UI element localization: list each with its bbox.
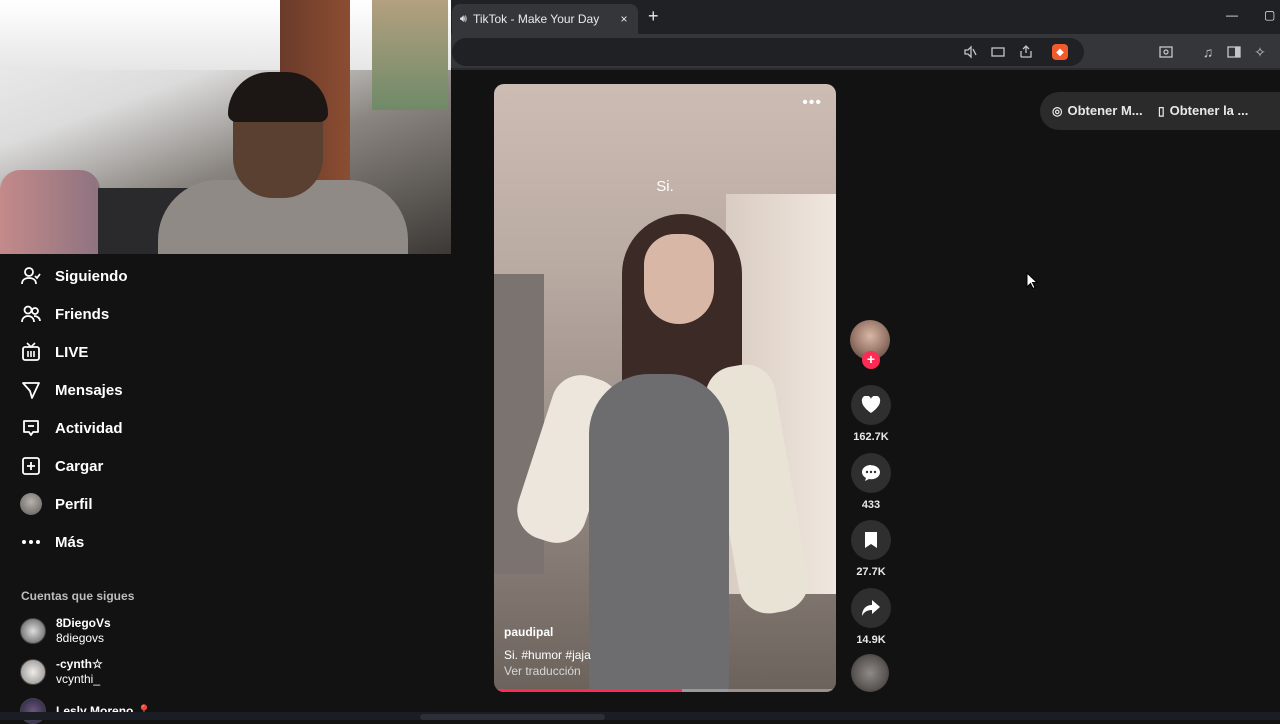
content-separator <box>452 68 1280 70</box>
get-desktop-app-link[interactable]: ▯ Obtener la ... <box>1158 103 1248 118</box>
friends-icon <box>20 303 42 325</box>
sidebar-item-cargar[interactable]: Cargar <box>20 454 103 478</box>
sidebar-item-label: Cargar <box>55 457 104 475</box>
sidebar-item-siguiendo[interactable]: Siguiendo <box>20 264 128 288</box>
account-name: 8DiegoVs <box>56 616 111 630</box>
save-button[interactable] <box>851 520 891 560</box>
sidebar-item-friends[interactable]: Friends <box>20 302 109 326</box>
account-handle: 8diegovs <box>56 631 105 645</box>
translate-link[interactable]: Ver traducción <box>504 664 581 678</box>
activity-icon <box>20 417 42 439</box>
restore-button[interactable]: ▢ <box>1264 8 1275 22</box>
more-options-icon[interactable]: ••• <box>802 94 822 112</box>
taskbar-search[interactable] <box>420 714 605 720</box>
sidebar-item-actividad[interactable]: Actividad <box>20 416 123 440</box>
live-icon <box>20 341 42 363</box>
video-player[interactable]: Si. ••• paudipal Si. #humor #jaja Ver tr… <box>494 84 836 692</box>
sidebar-item-label: Más <box>55 533 85 551</box>
share-icon[interactable] <box>1016 42 1036 62</box>
sidebar-item-label: Friends <box>55 305 110 323</box>
video-progress-fill <box>494 689 683 692</box>
share-button[interactable] <box>851 588 891 628</box>
account-name: -cynth☆ <box>56 657 103 671</box>
comment-icon <box>862 465 880 481</box>
account-item[interactable]: Lesly Moreno 📍 <box>20 698 152 724</box>
get-desktop-label: Obtener la ... <box>1169 103 1249 118</box>
app-icon: ◎ <box>1052 103 1063 118</box>
share-action[interactable]: 14.9K <box>850 588 892 646</box>
avatar <box>20 659 46 685</box>
profile-avatar <box>20 493 42 515</box>
sidebar-item-mensajes[interactable]: Mensajes <box>20 378 123 402</box>
comment-button[interactable] <box>851 453 891 493</box>
avatar <box>20 698 46 724</box>
video-username[interactable]: paudipal <box>504 625 553 639</box>
sidebar-icon[interactable] <box>1224 42 1244 62</box>
description-text: Si. <box>504 648 519 662</box>
avatar <box>20 618 46 644</box>
sidebar-item-label: Siguiendo <box>55 267 128 285</box>
minimize-button[interactable]: — <box>1226 8 1238 22</box>
share-count: 14.9K <box>856 634 886 646</box>
screenshot-icon[interactable] <box>1156 42 1176 62</box>
get-app-label: Obtener M... <box>1067 103 1143 118</box>
share-arrow-icon <box>862 600 880 616</box>
sidebar-item-label: LIVE <box>55 343 89 361</box>
webcam-bags <box>0 170 100 254</box>
video-description: Si. #humor #jaja <box>504 648 591 662</box>
like-button[interactable] <box>851 385 891 425</box>
like-count: 162.7K <box>853 431 889 443</box>
sound-disc-icon[interactable] <box>851 654 889 692</box>
mute-icon[interactable] <box>960 42 980 62</box>
following-icon <box>20 265 42 287</box>
account-item[interactable]: -cynth☆ vcynthi_ <box>20 657 103 687</box>
hashtag-link[interactable]: #jaja <box>565 648 590 662</box>
webcam-poster <box>372 0 448 110</box>
account-item[interactable]: 8DiegoVs 8diegovs <box>20 616 111 646</box>
cast-icon[interactable] <box>988 42 1008 62</box>
new-tab-button[interactable]: + <box>648 6 659 27</box>
sidebar-item-live[interactable]: LIVE <box>20 340 88 364</box>
speaker-icon[interactable]: 🔊︎ <box>460 13 467 26</box>
mouse-cursor-icon <box>1026 272 1038 290</box>
video-overlay-caption: Si. <box>656 178 674 195</box>
comment-action[interactable]: 433 <box>850 453 892 511</box>
follow-button[interactable]: + <box>862 351 880 369</box>
phone-icon: ▯ <box>1158 103 1165 118</box>
heart-icon <box>861 396 881 413</box>
save-action[interactable]: 27.7K <box>850 520 892 578</box>
more-icon <box>20 531 42 553</box>
tab-title: TikTok - Make Your Day <box>472 12 600 26</box>
account-handle: vcynthi_ <box>56 672 101 686</box>
comment-count: 433 <box>861 499 881 511</box>
close-tab-icon[interactable]: × <box>616 12 632 26</box>
sidebar-item-perfil[interactable]: Perfil <box>20 492 93 516</box>
get-app-link[interactable]: ◎ Obtener M... <box>1052 103 1143 118</box>
bookmark-icon <box>865 532 877 548</box>
brave-shield-icon[interactable]: ◆ <box>1052 44 1068 60</box>
following-accounts-title: Cuentas que sigues <box>21 589 135 603</box>
save-count: 27.7K <box>856 566 886 578</box>
leo-ai-icon[interactable]: ✧ <box>1250 42 1270 62</box>
sidebar-item-mas[interactable]: Más <box>20 530 84 554</box>
sidebar-item-label: Perfil <box>55 495 93 513</box>
sidebar-item-label: Mensajes <box>55 381 123 399</box>
browser-tab[interactable]: 🔊︎ TikTok - Make Your Day × <box>452 4 638 34</box>
webcam-overlay <box>0 0 451 254</box>
messages-icon <box>20 379 42 401</box>
video-body <box>589 374 729 692</box>
video-progress-bar[interactable] <box>494 689 836 692</box>
os-taskbar <box>0 712 1280 720</box>
upload-icon <box>20 455 42 477</box>
video-face <box>644 234 714 324</box>
like-action[interactable]: 162.7K <box>850 385 892 443</box>
hashtag-link[interactable]: #humor <box>521 648 562 662</box>
media-icon[interactable]: ♫ <box>1198 42 1218 62</box>
sidebar-item-label: Actividad <box>55 419 123 437</box>
